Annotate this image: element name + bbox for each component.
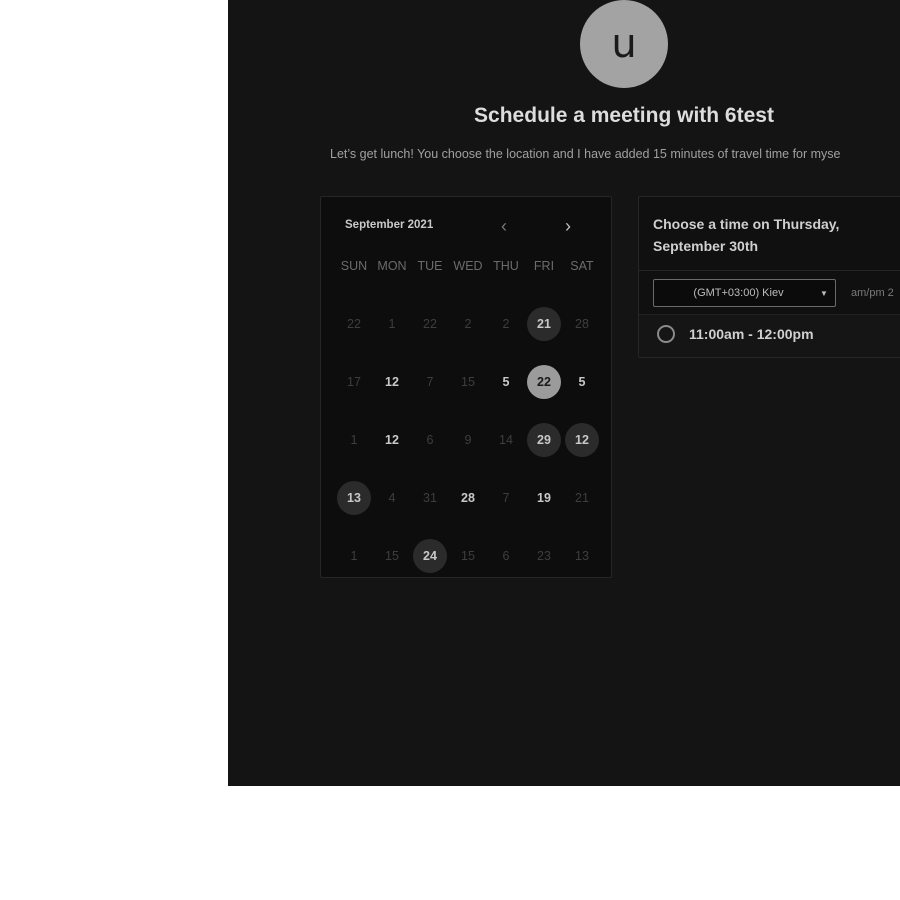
calendar-day: 13: [575, 549, 589, 563]
calendar-day-number: 21: [527, 307, 561, 341]
calendar-day-available[interactable]: 13: [335, 469, 373, 527]
weekday-label: TUE: [417, 259, 443, 273]
weekday-label: WED: [453, 259, 483, 273]
timezone-value: (GMT+03:00) Kiev: [693, 287, 784, 299]
weekday-label: SUN: [340, 259, 368, 273]
calendar-day-number: 22: [527, 365, 561, 399]
calendar-day-number: 13: [337, 481, 371, 515]
weekday-header: SUN MON TUE WED THU FRI SAT: [335, 259, 601, 273]
calendar-day-selected[interactable]: 22: [525, 353, 563, 411]
time-format-toggle[interactable]: am/pm 2: [851, 287, 894, 299]
calendar-day-available[interactable]: 5: [563, 353, 601, 411]
time-picker-heading: Choose a time on Thursday, September 30t…: [653, 216, 840, 254]
meeting-description: Let’s get lunch! You choose the location…: [330, 147, 841, 161]
chevron-left-icon[interactable]: ‹: [501, 217, 507, 235]
date-picker-calendar: September 2021 ‹ › SUN MON TUE WED THU F…: [320, 196, 612, 578]
calendar-day-available[interactable]: 29: [525, 411, 563, 469]
calendar-days-grid: 22 1 22 2 2 21 28 17 12 7 15 5 22 5 1 12…: [335, 295, 601, 585]
calendar-day-available[interactable]: 21: [525, 295, 563, 353]
calendar-day: 17: [347, 375, 361, 389]
weekday-label: SAT: [570, 259, 594, 273]
weekday-label: MON: [377, 259, 407, 273]
calendar-day: 21: [575, 491, 589, 505]
radio-button[interactable]: [657, 325, 675, 343]
calendar-day-available[interactable]: 19: [525, 469, 563, 527]
page-title: Schedule a meeting with 6test: [474, 104, 774, 127]
calendar-day: 28: [575, 317, 589, 331]
calendar-day: 1: [388, 317, 396, 331]
calendar-day: 6: [502, 549, 510, 563]
caret-down-icon: ▼: [820, 288, 828, 298]
calendar-day: 9: [464, 433, 472, 447]
calendar-day: 22: [347, 317, 361, 331]
weekday-label: THU: [493, 259, 519, 273]
month-label: September 2021: [345, 219, 434, 231]
calendar-day-available[interactable]: 12: [373, 353, 411, 411]
calendar-day-number: 24: [413, 539, 447, 573]
calendar-day: 15: [461, 549, 475, 563]
calendar-day: 7: [426, 375, 434, 389]
calendar-day: 1: [350, 433, 358, 447]
calendar-day-available[interactable]: 12: [373, 411, 411, 469]
calendar-day-available[interactable]: 12: [563, 411, 601, 469]
calendar-day: 15: [385, 549, 399, 563]
calendar-day: 1: [350, 549, 358, 563]
calendar-day: 7: [502, 491, 510, 505]
calendar-day: 15: [461, 375, 475, 389]
calendar-day: 2: [502, 317, 510, 331]
calendar-day-number: 29: [527, 423, 561, 457]
calendar-day-available[interactable]: 5: [487, 353, 525, 411]
chevron-right-icon[interactable]: ›: [565, 217, 571, 235]
calendar-day: 14: [499, 433, 513, 447]
timezone-select[interactable]: (GMT+03:00) Kiev ▼: [653, 279, 836, 307]
time-slot-label: 11:00am - 12:00pm: [689, 326, 814, 342]
calendar-day: 6: [426, 433, 434, 447]
weekday-label: FRI: [533, 259, 555, 273]
avatar: u: [580, 0, 668, 88]
calendar-day: 22: [423, 317, 437, 331]
calendar-day-number: 12: [565, 423, 599, 457]
time-slot-option[interactable]: 11:00am - 12:00pm: [639, 314, 900, 357]
calendar-day: 4: [388, 491, 396, 505]
calendar-day-available[interactable]: 24: [411, 527, 449, 585]
calendar-day-available[interactable]: 28: [449, 469, 487, 527]
time-slot-picker: Choose a time on Thursday, September 30t…: [638, 196, 900, 358]
scheduling-panel: u Schedule a meeting with 6test Let’s ge…: [228, 0, 900, 786]
divider: [639, 270, 900, 271]
calendar-day: 2: [464, 317, 472, 331]
calendar-day: 23: [537, 549, 551, 563]
calendar-day: 31: [423, 491, 437, 505]
